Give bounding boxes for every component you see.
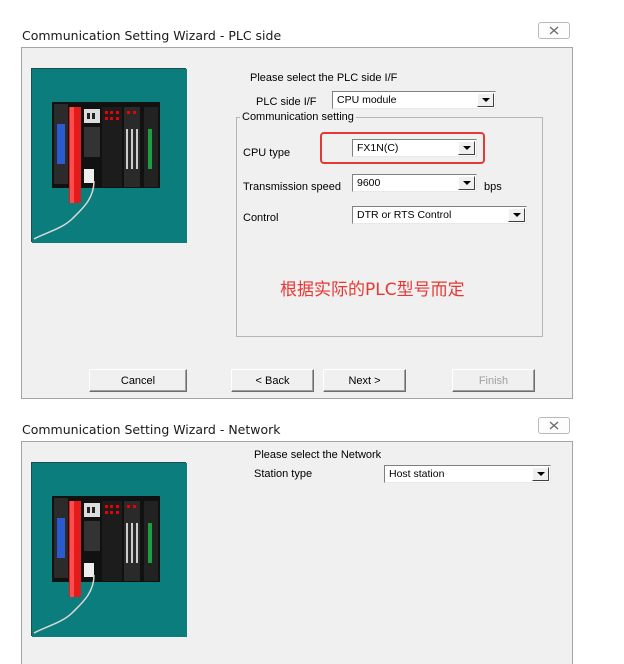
control-dropdown[interactable]: DTR or RTS Control [352, 206, 527, 224]
plc-image [31, 462, 187, 637]
cancel-label: Cancel [120, 374, 156, 387]
cpu-type-dropdown[interactable]: FX1N(C) [352, 139, 477, 157]
control-value: DTR or RTS Control [357, 209, 452, 221]
plc-side-if-dropdown[interactable]: CPU module [332, 91, 496, 109]
next-button[interactable]: Next > [323, 369, 406, 392]
network-prompt: Please select the Network [254, 449, 382, 461]
station-type-dropdown[interactable]: Host station [384, 465, 551, 483]
plc-side-if-label: PLC side I/F [256, 96, 317, 108]
transmission-speed-dropdown[interactable]: 9600 [352, 174, 477, 192]
window2-title: Communication Setting Wizard - Network [22, 422, 281, 437]
cancel-button[interactable]: Cancel [89, 369, 187, 392]
window1-title: Communication Setting Wizard - PLC side [22, 28, 282, 43]
close-icon [549, 421, 559, 430]
cpu-type-value: FX1N(C) [357, 142, 399, 154]
annotation-text: 根据实际的PLC型号而定 [280, 280, 465, 300]
window2-close-button[interactable] [538, 417, 570, 434]
plc-side-prompt: Please select the PLC side I/F [250, 72, 398, 84]
next-label: Next > [348, 374, 381, 387]
dropdown-arrow-icon[interactable] [477, 93, 494, 107]
plc-side-if-value: CPU module [337, 94, 397, 106]
window1-close-button[interactable] [538, 22, 570, 39]
plc-hardware-icon [32, 463, 187, 637]
communication-setting-label: Communication setting [240, 111, 356, 123]
back-label: < Back [255, 374, 290, 387]
cpu-type-label: CPU type [243, 147, 291, 159]
plc-hardware-icon [32, 69, 187, 243]
station-type-value: Host station [389, 468, 445, 480]
transmission-speed-value: 9600 [357, 177, 381, 189]
plc-image [31, 68, 187, 243]
dropdown-arrow-icon[interactable] [532, 467, 549, 481]
back-button[interactable]: < Back [231, 369, 314, 392]
speed-unit-label: bps [484, 181, 502, 193]
close-icon [549, 26, 559, 35]
dropdown-arrow-icon[interactable] [508, 208, 525, 222]
control-label: Control [243, 212, 279, 224]
dropdown-arrow-icon[interactable] [458, 141, 475, 155]
finish-button[interactable]: Finish [452, 369, 535, 392]
station-type-label: Station type [254, 468, 313, 480]
finish-label: Finish [478, 374, 509, 387]
transmission-speed-label: Transmission speed [243, 181, 342, 193]
dropdown-arrow-icon[interactable] [458, 176, 475, 190]
